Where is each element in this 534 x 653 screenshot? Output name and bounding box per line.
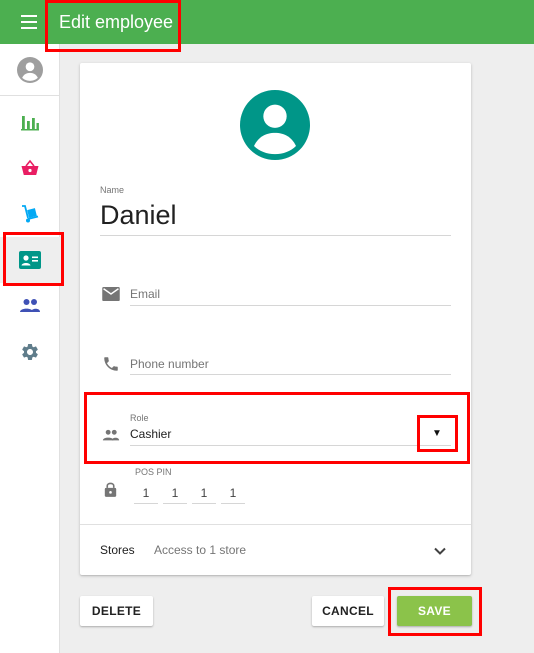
hand-truck-icon: [22, 205, 39, 223]
lock-icon: [104, 482, 117, 497]
save-button[interactable]: SAVE: [397, 596, 472, 626]
name-underline: [100, 235, 451, 236]
sidebar-account[interactable]: [0, 44, 60, 96]
phone-icon: [104, 357, 118, 371]
role-select[interactable]: Cashier: [130, 427, 171, 441]
pos-pin-digit-4[interactable]: 1: [221, 485, 245, 504]
pos-pin-digit-1[interactable]: 1: [134, 485, 158, 504]
stores-label: Stores: [100, 543, 135, 557]
sidebar-item-settings[interactable]: [0, 329, 60, 375]
sidebar: [0, 44, 60, 653]
page-title: Edit employee: [59, 12, 174, 32]
email-field[interactable]: Email: [130, 287, 160, 301]
settings-icon: [22, 344, 38, 360]
sidebar-item-inventory[interactable]: [0, 191, 60, 237]
role-underline: [130, 445, 451, 446]
pos-pin-digit-2[interactable]: 1: [163, 485, 187, 504]
bar-chart-icon: [21, 116, 39, 131]
people-icon: [20, 299, 40, 312]
chevron-down-icon[interactable]: [432, 543, 448, 559]
cancel-button[interactable]: CANCEL: [312, 596, 384, 626]
email-underline: [130, 305, 451, 306]
basket-icon: [21, 159, 39, 175]
stores-access-value[interactable]: Access to 1 store: [154, 543, 246, 557]
sidebar-item-reports[interactable]: [0, 99, 60, 145]
employee-avatar-icon[interactable]: [240, 90, 310, 160]
pos-pin-digit-3[interactable]: 1: [192, 485, 216, 504]
sidebar-item-customers[interactable]: [0, 283, 60, 329]
name-input[interactable]: Daniel: [100, 199, 177, 231]
employee-form-card: Name Daniel Email Phone number Role Cash…: [80, 63, 471, 575]
email-icon: [102, 287, 120, 301]
role-label: Role: [130, 413, 149, 423]
sidebar-item-items[interactable]: [0, 145, 60, 191]
pos-pin-label: POS PIN: [135, 467, 172, 477]
menu-icon[interactable]: [21, 15, 37, 29]
delete-button[interactable]: DELETE: [80, 596, 153, 626]
sidebar-item-employees[interactable]: [0, 237, 60, 283]
stores-divider: [80, 524, 471, 525]
account-circle-icon: [17, 57, 43, 83]
phone-number-field[interactable]: Phone number: [130, 357, 209, 371]
role-people-icon: [102, 429, 120, 441]
name-label: Name: [100, 185, 125, 195]
phone-underline: [130, 374, 451, 375]
role-dropdown-arrow-icon[interactable]: ▼: [430, 427, 444, 441]
app-header: Edit employee: [0, 0, 534, 44]
badge-icon: [19, 251, 41, 269]
